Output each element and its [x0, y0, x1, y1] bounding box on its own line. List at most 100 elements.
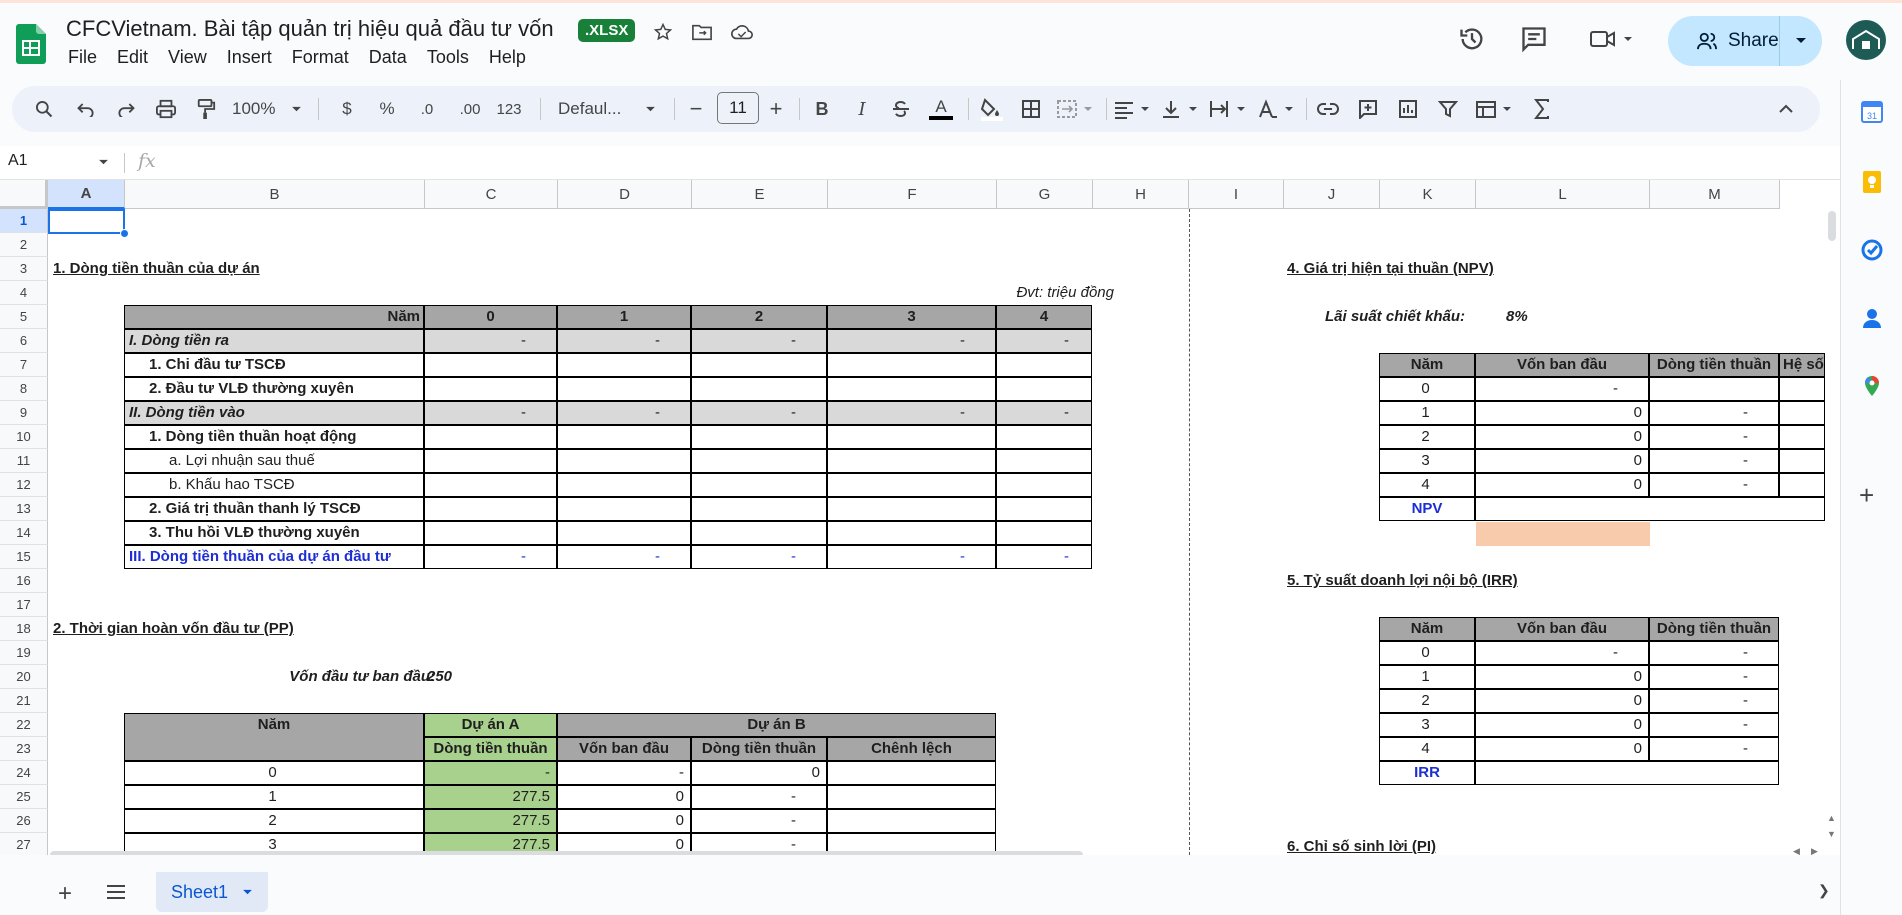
table-cell[interactable]: [691, 425, 827, 449]
share-button[interactable]: Share: [1668, 16, 1822, 66]
table-cell[interactable]: [1649, 377, 1779, 401]
table-header-cell[interactable]: Vốn ban đầu: [1475, 353, 1649, 377]
table-cell[interactable]: -: [557, 401, 691, 425]
row-header[interactable]: 20: [0, 665, 48, 689]
npv-value-cell[interactable]: [1475, 497, 1825, 521]
add-sheet-icon[interactable]: +: [58, 880, 72, 908]
table-cell[interactable]: -: [1649, 713, 1779, 737]
table-cell[interactable]: [996, 521, 1092, 545]
table-header-cell[interactable]: Dự án A: [424, 713, 557, 737]
table-cell[interactable]: 0: [1475, 473, 1649, 497]
table-header-cell[interactable]: Dòng tiền thuần: [1649, 617, 1779, 641]
row-header[interactable]: 15: [0, 545, 48, 569]
table-cell[interactable]: -: [827, 329, 996, 353]
table-cell[interactable]: [1779, 473, 1825, 497]
table-header-cell[interactable]: Vốn ban đầu: [1475, 617, 1649, 641]
cloud-saved-icon[interactable]: [729, 19, 755, 45]
table-cell[interactable]: -: [1649, 401, 1779, 425]
row-header[interactable]: 21: [0, 689, 48, 713]
insert-comment-icon[interactable]: [1354, 95, 1382, 123]
table-cell[interactable]: [827, 521, 996, 545]
table-cell[interactable]: [827, 761, 996, 785]
table-header-cell[interactable]: Năm: [124, 713, 424, 761]
sheet-tab-dropdown-icon[interactable]: [242, 889, 253, 896]
table-cell[interactable]: 0: [1379, 641, 1475, 665]
column-header[interactable]: J: [1284, 180, 1380, 209]
select-all-corner[interactable]: [0, 180, 48, 209]
table-cell[interactable]: 0: [1475, 713, 1649, 737]
all-sheets-icon[interactable]: [106, 884, 126, 905]
row-header[interactable]: 27: [0, 833, 48, 855]
table-cell[interactable]: -: [1649, 473, 1779, 497]
row-label[interactable]: I. Dòng tiền ra: [124, 329, 424, 353]
column-header[interactable]: C: [425, 180, 558, 209]
table-cell[interactable]: [827, 425, 996, 449]
account-avatar[interactable]: [1846, 20, 1886, 60]
column-header[interactable]: K: [1380, 180, 1476, 209]
irr-label[interactable]: IRR: [1379, 761, 1475, 785]
capital-value[interactable]: 250: [424, 666, 484, 690]
functions-icon[interactable]: [1528, 95, 1556, 123]
menu-view[interactable]: View: [158, 47, 217, 73]
menu-file[interactable]: File: [58, 47, 107, 73]
row-label[interactable]: III. Dòng tiền thuần của dự án đầu tư: [124, 545, 424, 569]
scroll-left-arrow-icon[interactable]: ◀: [1793, 846, 1800, 855]
table-cell[interactable]: 0: [124, 761, 424, 785]
table-header-cell[interactable]: Vốn ban đầu: [557, 737, 691, 761]
table-cell[interactable]: [424, 449, 557, 473]
table-cell[interactable]: -: [996, 329, 1092, 353]
table-cell[interactable]: [1779, 377, 1825, 401]
table-cell[interactable]: 4: [1379, 473, 1475, 497]
table-cell[interactable]: 1: [1379, 665, 1475, 689]
star-icon[interactable]: [650, 19, 676, 45]
fill-handle[interactable]: [120, 229, 129, 238]
meet-icon[interactable]: [1585, 22, 1641, 56]
column-header[interactable]: G: [997, 180, 1093, 209]
menu-insert[interactable]: Insert: [217, 47, 282, 73]
comments-icon[interactable]: [1517, 22, 1551, 56]
table-cell[interactable]: 0: [1475, 689, 1649, 713]
share-dropdown-icon[interactable]: [1780, 37, 1822, 45]
table-header-cell[interactable]: 2: [691, 305, 827, 329]
table-cell[interactable]: [424, 521, 557, 545]
table-cell[interactable]: 0: [1475, 425, 1649, 449]
table-cell[interactable]: -: [1649, 425, 1779, 449]
table-cell[interactable]: 4: [1379, 737, 1475, 761]
get-addons-icon[interactable]: +: [1859, 480, 1874, 511]
row-header[interactable]: 22: [0, 713, 48, 737]
row-header[interactable]: 12: [0, 473, 48, 497]
borders-icon[interactable]: [1017, 95, 1045, 123]
unit-label[interactable]: Đvt: triệu đồng: [967, 282, 1117, 306]
row-header[interactable]: 26: [0, 809, 48, 833]
name-box-dropdown-icon[interactable]: [98, 159, 109, 166]
table-cell[interactable]: [827, 809, 996, 833]
table-cell[interactable]: -: [424, 761, 557, 785]
table-cell[interactable]: 3: [1379, 713, 1475, 737]
table-header-cell[interactable]: Dòng tiền thuần: [691, 737, 827, 761]
percent-format-button[interactable]: %: [377, 95, 397, 123]
menu-edit[interactable]: Edit: [107, 47, 158, 73]
table-cell[interactable]: 2: [124, 809, 424, 833]
explore-expand-icon[interactable]: ❯: [1818, 882, 1830, 899]
table-cell[interactable]: [557, 497, 691, 521]
row-header[interactable]: 3: [0, 257, 48, 281]
table-cell[interactable]: [691, 473, 827, 497]
table-cell[interactable]: [691, 449, 827, 473]
table-cell[interactable]: -: [557, 761, 691, 785]
table-cell[interactable]: -: [424, 545, 557, 569]
row-header[interactable]: 19: [0, 641, 48, 665]
table-cell[interactable]: [996, 353, 1092, 377]
table-cell[interactable]: -: [557, 545, 691, 569]
table-cell[interactable]: 0: [1475, 401, 1649, 425]
table-cell[interactable]: [827, 449, 996, 473]
maps-icon[interactable]: [1860, 374, 1884, 398]
table-cell[interactable]: -: [1475, 377, 1649, 401]
table-cell[interactable]: [557, 521, 691, 545]
row-header[interactable]: 8: [0, 377, 48, 401]
row-header[interactable]: 25: [0, 785, 48, 809]
table-cell[interactable]: 0: [557, 785, 691, 809]
table-header-cell[interactable]: Chênh lệch: [827, 737, 996, 761]
filter-views-icon[interactable]: [1474, 95, 1516, 123]
table-header-cell[interactable]: 4: [996, 305, 1092, 329]
row-header[interactable]: 7: [0, 353, 48, 377]
